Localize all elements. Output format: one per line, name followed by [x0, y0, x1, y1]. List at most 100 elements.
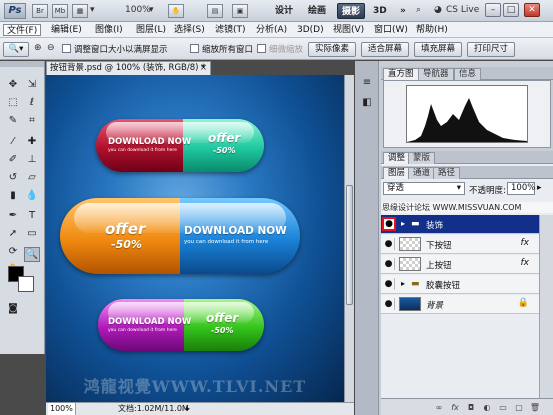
menu-select[interactable]: 选择(S): [171, 24, 208, 36]
arrange-documents-icon[interactable]: ▤: [207, 4, 223, 18]
workspace-photography[interactable]: 摄影: [337, 3, 366, 19]
menu-3d[interactable]: 3D(D): [294, 24, 327, 36]
document-close-icon[interactable]: ×: [200, 62, 207, 75]
workspace-painting[interactable]: 绘画: [304, 3, 330, 19]
tab-navigator[interactable]: 导航器: [418, 68, 454, 80]
blend-mode-select[interactable]: 穿透 ▾: [383, 182, 465, 195]
type-tool-icon[interactable]: T: [24, 208, 40, 223]
menu-image[interactable]: 图像(I): [92, 24, 126, 36]
tool-preset-picker[interactable]: 🔍▾: [3, 42, 29, 57]
zoom-all-windows-checkbox[interactable]: [190, 44, 199, 53]
resize-windows-checkbox[interactable]: [62, 44, 71, 53]
zoom-dropdown-arrow-icon[interactable]: ▾: [149, 5, 154, 15]
tab-paths[interactable]: 路径: [433, 167, 461, 179]
canvas-vertical-scrollbar[interactable]: [344, 75, 354, 402]
menu-layer[interactable]: 图层(L): [133, 24, 169, 36]
zoom-tool-icon[interactable]: 🔍: [24, 247, 40, 262]
status-zoom-field[interactable]: 100%: [48, 403, 76, 415]
workspace-overflow-button[interactable]: »: [396, 3, 410, 19]
visibility-eye-icon[interactable]: ●: [383, 258, 395, 270]
zoom-in-icon[interactable]: ⊕: [34, 43, 42, 53]
tab-info[interactable]: 信息: [454, 68, 482, 80]
folder-icon[interactable]: ▭: [497, 402, 509, 413]
layer-row-capsule-group[interactable]: ● ▸ ▬ 胶囊按钮: [381, 275, 539, 294]
blur-tool-icon[interactable]: 💧: [24, 188, 40, 203]
link-icon[interactable]: ∞: [433, 402, 445, 413]
workspace-design[interactable]: 设计: [271, 3, 297, 19]
minibridge-launch-button[interactable]: Mb: [52, 4, 68, 18]
minimize-button[interactable]: –: [485, 3, 501, 17]
toolbox-header[interactable]: [0, 61, 44, 67]
layer-row-background[interactable]: ● 背景 🔒: [381, 295, 539, 314]
layers-scrollbar[interactable]: [539, 215, 553, 398]
close-window-button[interactable]: ✕: [524, 3, 540, 17]
crop-tool-icon[interactable]: ⌗: [24, 113, 40, 128]
new-layer-icon[interactable]: ▢: [513, 402, 525, 413]
mask-icon[interactable]: ◘: [465, 402, 477, 413]
menu-window[interactable]: 窗口(W): [371, 24, 411, 36]
tab-adjustments[interactable]: 调整: [383, 152, 411, 164]
hand-tool-icon[interactable]: ✋: [168, 4, 184, 18]
gradient-tool-icon[interactable]: ▮: [5, 188, 21, 203]
screen-mode-icon[interactable]: ▣: [232, 4, 248, 18]
visibility-eye-icon[interactable]: ●: [383, 298, 395, 310]
arrow-tool-icon[interactable]: ⇲: [24, 77, 40, 92]
eraser-tool-icon[interactable]: ▱: [24, 170, 40, 185]
scrollbar-thumb[interactable]: [346, 185, 353, 305]
document-canvas[interactable]: DOWNLOAD NOW you can download it from he…: [46, 75, 344, 402]
workspace-3d[interactable]: 3D: [369, 3, 391, 19]
3d-rotate-tool-icon[interactable]: ⟳: [5, 244, 21, 259]
zoom-level-select[interactable]: 100%: [125, 5, 151, 15]
menu-edit[interactable]: 编辑(E): [48, 24, 85, 36]
panel-icon-1[interactable]: ≡: [359, 75, 375, 90]
search-icon[interactable]: ⌕: [416, 5, 421, 15]
maximize-button[interactable]: □: [503, 3, 519, 17]
layer-row-decoration[interactable]: ● ▸ ▬ 装饰: [381, 215, 539, 234]
move-tool-icon[interactable]: ✥: [5, 77, 21, 92]
fill-screen-button[interactable]: 填充屏幕: [414, 42, 462, 57]
zoom-out-icon[interactable]: ⊖: [47, 43, 55, 53]
background-color-swatch[interactable]: [18, 276, 34, 292]
cs-live-button[interactable]: CS Live: [446, 5, 479, 15]
tab-channels[interactable]: 通道: [408, 167, 436, 179]
brush-tool-icon[interactable]: ✐: [5, 152, 21, 167]
dropdown-arrow-icon[interactable]: ▾: [90, 5, 95, 15]
pen-tool-icon[interactable]: ✒: [5, 208, 21, 223]
tab-layers[interactable]: 图层: [383, 167, 411, 179]
guides-icon[interactable]: ▦: [72, 4, 88, 18]
history-brush-tool-icon[interactable]: ↺: [5, 170, 21, 185]
eyedropper-tool-icon[interactable]: ⁄: [5, 134, 21, 149]
status-info-arrow-icon[interactable]: ▸: [186, 403, 190, 415]
print-size-button[interactable]: 打印尺寸: [467, 42, 515, 57]
opacity-input[interactable]: 100%: [507, 182, 535, 195]
lasso-tool-icon[interactable]: ℓ: [24, 95, 40, 110]
adjust-icon[interactable]: ◐: [481, 402, 493, 413]
quick-mask-icon[interactable]: ◙: [5, 301, 21, 316]
visibility-eye-icon[interactable]: ●: [382, 217, 396, 231]
healing-brush-tool-icon[interactable]: ✚: [24, 134, 40, 149]
menu-analysis[interactable]: 分析(A): [253, 24, 290, 36]
expand-arrow-icon[interactable]: ▸: [401, 279, 405, 288]
fx-icon[interactable]: fx: [449, 402, 461, 413]
menu-view[interactable]: 视图(V): [330, 24, 367, 36]
marquee-tool-icon[interactable]: ⬚: [5, 95, 21, 110]
actual-pixels-button[interactable]: 实际像素: [308, 42, 356, 57]
bridge-launch-button[interactable]: Br: [32, 4, 48, 18]
scrubby-zoom-checkbox[interactable]: [257, 44, 266, 53]
menu-file[interactable]: 文件(F): [3, 24, 42, 36]
opacity-arrow-icon[interactable]: ▸: [537, 183, 542, 193]
tab-histogram[interactable]: 直方图: [383, 68, 419, 80]
fit-screen-button[interactable]: 适合屏幕: [361, 42, 409, 57]
menu-filter[interactable]: 滤镜(T): [212, 24, 249, 36]
trash-icon[interactable]: 🗑: [529, 402, 541, 413]
quick-select-tool-icon[interactable]: ✎: [5, 113, 21, 128]
shape-tool-icon[interactable]: ▭: [24, 226, 40, 241]
panel-icon-2[interactable]: ◧: [359, 95, 375, 110]
document-tab[interactable]: 按钮背景.psd @ 100% (装饰, RGB/8) * ×: [46, 61, 211, 75]
layer-effects-icon[interactable]: fx: [521, 238, 530, 248]
layer-row-lower-button[interactable]: ● 下按钮 fx: [381, 235, 539, 254]
layer-row-upper-button[interactable]: ● 上按钮 fx: [381, 255, 539, 274]
expand-arrow-icon[interactable]: ▸: [401, 219, 405, 228]
tab-masks[interactable]: 蒙版: [408, 152, 436, 164]
visibility-eye-icon[interactable]: ●: [383, 238, 395, 250]
